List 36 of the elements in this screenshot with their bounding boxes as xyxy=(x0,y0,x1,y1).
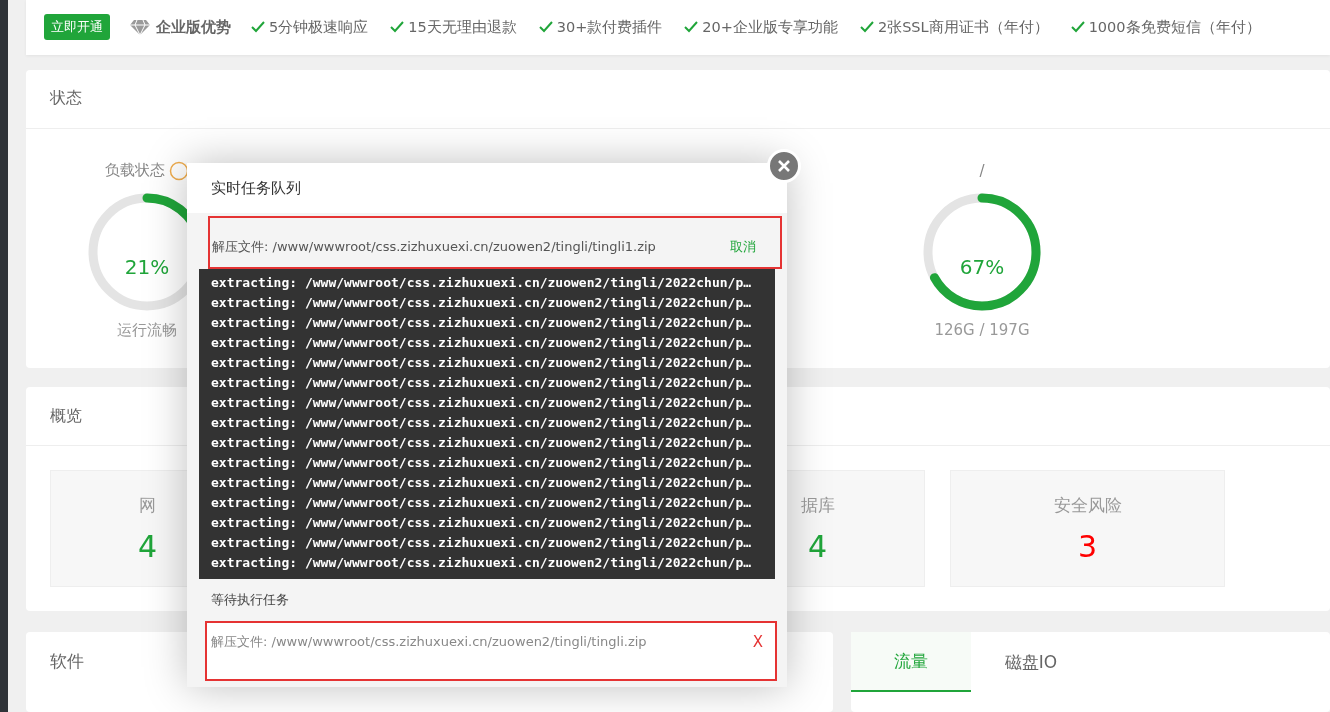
gauge-caption: 运行流畅 xyxy=(117,320,177,340)
log-line: extracting: /www/wwwroot/css.zizhuxuexi.cn/zuowen2/tingli/2022chun/p… xyxy=(211,374,753,392)
section-title: 软件 xyxy=(50,651,84,671)
feature-label: 30+款付费插件 xyxy=(556,17,663,37)
feature-label: 2张SSL商用证书（年付） xyxy=(877,17,1049,37)
task-path: 解压文件: /www/wwwroot/css.zizhuxuexi.cn/zuowen2/tingli/tingli.zip xyxy=(211,633,647,651)
section-title: 状态 xyxy=(50,88,82,110)
log-line: extracting: /www/wwwroot/css.zizhuxuexi.cn/zuowen2/tingli/2022chun/p… xyxy=(211,414,753,432)
section-title: 概览 xyxy=(50,405,82,427)
log-line: extracting: /www/wwwroot/css.zizhuxuexi.cn/zuowen2/tingli/2022chun/p… xyxy=(211,354,753,372)
stat-label: 安全风险 xyxy=(1053,493,1122,517)
gauge-value: 21% xyxy=(124,254,170,279)
log-line: extracting: /www/wwwroot/css.zizhuxuexi.cn/zuowen2/tingli/2022chun/p… xyxy=(211,434,753,452)
log-line: extracting: /www/wwwroot/css.zizhuxuexi.cn/zuowen2/tingli/2022chun/p… xyxy=(211,274,753,292)
feature-label: 20+企业版专享功能 xyxy=(702,17,838,37)
log-line: extracting: /www/wwwroot/css.zizhuxuexi.cn/zuowen2/tingli/2022chun/p… xyxy=(211,314,753,332)
stat-value: 4 xyxy=(137,528,158,564)
log-line: extracting: /www/wwwroot/css.zizhuxuexi.cn/zuowen2/tingli/2022chun/p… xyxy=(211,334,753,352)
waiting-title: 等待执行任务 xyxy=(211,591,289,609)
log-line: extracting: /www/wwwroot/css.zizhuxuexi.cn/zuowen2/tingli/2022chun/p… xyxy=(211,454,753,472)
feature-label: 5分钟极速响应 xyxy=(269,17,369,37)
stat-label: 网 xyxy=(139,493,156,517)
dialog-title: 实时任务队列 xyxy=(211,178,301,198)
gauge-label: / xyxy=(979,161,985,180)
banner-title: 企业版优势 xyxy=(156,17,231,37)
stat-value: 3 xyxy=(1077,528,1098,564)
gauge-value: 67% xyxy=(959,254,1005,279)
stat-label: 据库 xyxy=(800,493,835,517)
stat-value: 4 xyxy=(807,528,828,564)
log-line: extracting: /www/wwwroot/css.zizhuxuexi.cn/zuowen2/tingli/2022chun/p… xyxy=(211,394,753,412)
feature-label: 15天无理由退款 xyxy=(408,17,517,37)
gauge-label: 负载状态 xyxy=(105,161,165,181)
task-path: 解压文件: /www/wwwroot/css.zizhuxuexi.cn/zuowen2/tingli/tingli1.zip xyxy=(212,237,656,256)
feature-label: 1000条免费短信（年付） xyxy=(1088,17,1261,37)
log-line: extracting: /www/wwwroot/css.zizhuxuexi.cn/zuowen2/tingli/2022chun/p… xyxy=(211,294,753,312)
gauge-caption: 126G / 197G xyxy=(934,320,1030,339)
